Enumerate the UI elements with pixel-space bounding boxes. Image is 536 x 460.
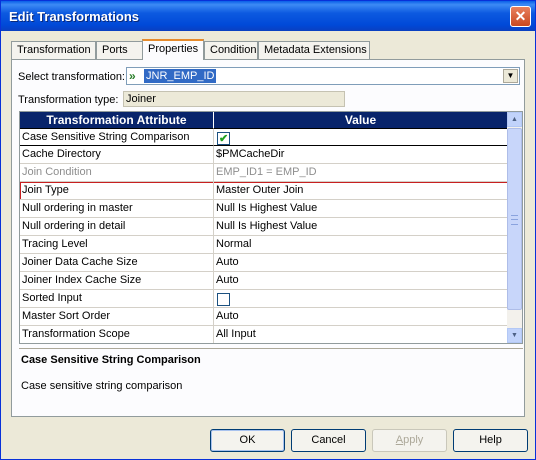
tab-transformation[interactable]: Transformation	[11, 41, 96, 59]
checkbox[interactable]: ✔	[217, 132, 230, 145]
checkmark-icon: ✔	[219, 133, 229, 145]
description-text: Case sensitive string comparison	[21, 380, 183, 392]
table-row[interactable]: Sorted Input	[20, 290, 508, 308]
tab-properties[interactable]: Properties	[142, 39, 204, 60]
column-header-value[interactable]: Value	[214, 112, 508, 128]
attribute-cell: Join Type	[20, 182, 214, 200]
attribute-cell: Case Sensitive String Comparison	[20, 128, 214, 146]
scroll-up-icon[interactable]: ▲	[507, 112, 522, 127]
value-cell[interactable]	[214, 290, 508, 308]
table-row[interactable]: Join Condition EMP_ID1 = EMP_ID	[20, 164, 508, 182]
apply-button[interactable]: Apply	[372, 429, 447, 452]
scroll-thumb[interactable]	[507, 128, 522, 310]
edit-transformations-dialog: Edit Transformations ✕ Transformation Po…	[0, 0, 536, 460]
select-transformation-label: Select transformation:	[18, 71, 125, 83]
attribute-cell: Sorted Input	[20, 290, 214, 308]
table-row[interactable]: Null ordering in detail Null Is Highest V…	[20, 218, 508, 236]
table-row[interactable]: Joiner Index Cache Size Auto	[20, 272, 508, 290]
transformation-type-label: Transformation type:	[18, 94, 119, 106]
value-cell[interactable]: Auto	[214, 272, 508, 290]
select-transformation-value: JNR_EMP_ID	[144, 69, 217, 83]
value-cell[interactable]: $PMCacheDir	[214, 146, 508, 164]
table-row[interactable]: Join Type Master Outer Join	[20, 182, 508, 200]
value-cell[interactable]: Normal	[214, 236, 508, 254]
cancel-button[interactable]: Cancel	[291, 429, 366, 452]
attribute-cell: Null ordering in detail	[20, 218, 214, 236]
value-cell[interactable]: Null Is Highest Value	[214, 218, 508, 236]
help-button[interactable]: Help	[453, 429, 528, 452]
checkbox[interactable]	[217, 293, 230, 306]
description-pane: Case Sensitive String Comparison Case se…	[19, 348, 523, 411]
table-row[interactable]: Tracing Level Normal	[20, 236, 508, 254]
attribute-cell: Null ordering in master	[20, 200, 214, 218]
attribute-cell: Join Condition	[20, 164, 214, 182]
ok-button[interactable]: OK	[210, 429, 285, 452]
table-row[interactable]: Null ordering in master Null Is Highest V…	[20, 200, 508, 218]
grid-header: Transformation Attribute Value	[20, 112, 508, 128]
title-bar[interactable]: Edit Transformations ✕	[1, 1, 535, 31]
attribute-cell: Joiner Data Cache Size	[20, 254, 214, 272]
properties-grid: Transformation Attribute Value Case Sens…	[19, 111, 523, 344]
vertical-scrollbar[interactable]: ▲ ▼	[507, 112, 522, 343]
table-row[interactable]: Case Sensitive String Comparison ✔	[20, 128, 508, 146]
transformation-type-field: Joiner	[123, 91, 345, 107]
value-cell[interactable]: ✔	[214, 128, 508, 146]
close-button[interactable]: ✕	[510, 6, 531, 27]
table-row[interactable]: Joiner Data Cache Size Auto	[20, 254, 508, 272]
tab-condition[interactable]: Condition	[204, 41, 258, 59]
value-cell[interactable]: Auto	[214, 254, 508, 272]
close-icon: ✕	[514, 8, 527, 24]
attribute-cell: Cache Directory	[20, 146, 214, 164]
value-cell[interactable]: Master Outer Join	[214, 182, 508, 200]
value-cell[interactable]: Null Is Highest Value	[214, 200, 508, 218]
description-title: Case Sensitive String Comparison	[21, 354, 201, 366]
chevron-down-icon[interactable]: ▼	[503, 69, 518, 83]
value-cell[interactable]: All Input	[214, 326, 508, 343]
tab-metadata-extensions[interactable]: Metadata Extensions	[258, 41, 370, 59]
value-cell[interactable]: Auto	[214, 308, 508, 326]
attribute-cell: Transformation Scope	[20, 326, 214, 343]
table-row[interactable]: Cache Directory $PMCacheDir	[20, 146, 508, 164]
attribute-cell: Master Sort Order	[20, 308, 214, 326]
scroll-down-icon[interactable]: ▼	[507, 328, 522, 343]
value-cell[interactable]: EMP_ID1 = EMP_ID	[214, 164, 508, 182]
tab-ports[interactable]: Ports	[96, 41, 144, 59]
column-header-attribute[interactable]: Transformation Attribute	[20, 112, 214, 128]
joiner-icon: »	[129, 69, 136, 83]
attribute-cell: Tracing Level	[20, 236, 214, 254]
window-title: Edit Transformations	[9, 9, 140, 24]
table-row[interactable]: Master Sort Order Auto	[20, 308, 508, 326]
table-row[interactable]: Transformation Scope All Input	[20, 326, 508, 343]
attribute-cell: Joiner Index Cache Size	[20, 272, 214, 290]
select-transformation-dropdown[interactable]: » JNR_EMP_ID ▼	[126, 67, 520, 85]
